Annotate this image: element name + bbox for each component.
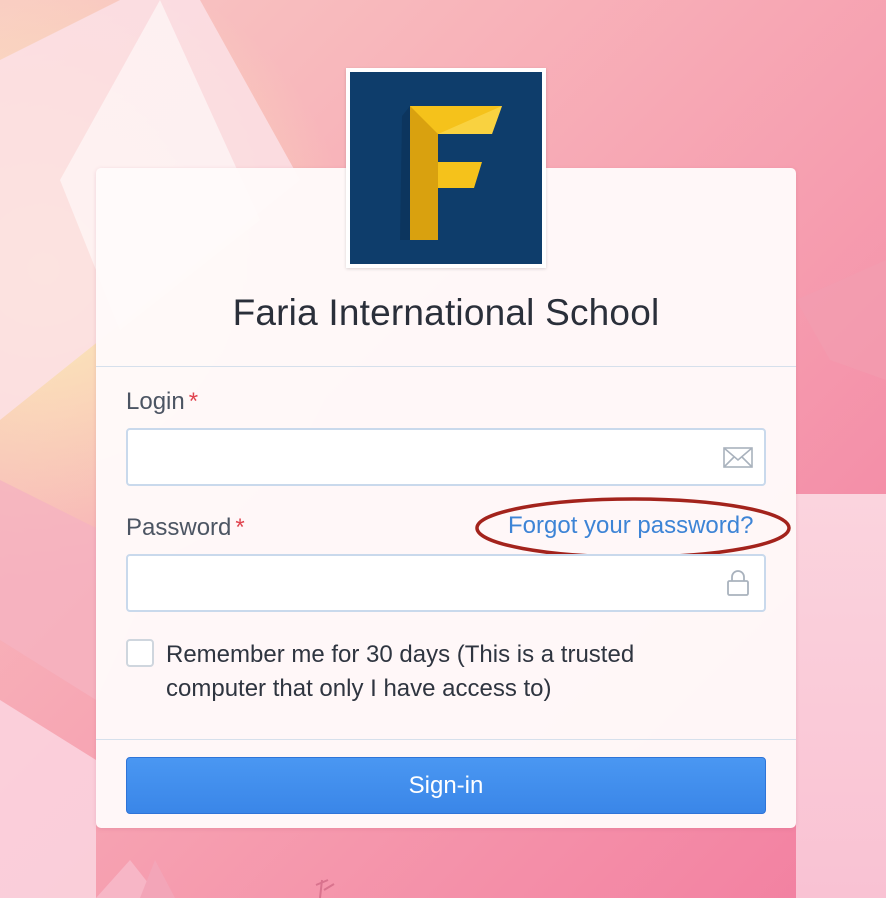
password-label-text: Password <box>126 514 232 541</box>
footer-divider <box>96 739 796 740</box>
password-input[interactable] <box>128 556 736 610</box>
sign-in-button[interactable]: Sign-in <box>126 757 766 814</box>
forgot-password-link[interactable]: Forgot your password? <box>508 512 753 540</box>
envelope-icon <box>723 447 753 468</box>
required-marker: * <box>235 514 245 541</box>
remember-me-checkbox[interactable] <box>126 639 154 667</box>
login-field[interactable] <box>126 428 766 486</box>
password-field[interactable] <box>126 554 766 612</box>
header-divider <box>96 366 796 367</box>
login-label-text: Login <box>126 388 185 415</box>
school-name: Faria International School <box>232 292 660 333</box>
remember-me-label[interactable]: Remember me for 30 days (This is a trust… <box>166 638 726 706</box>
password-label: Password * <box>126 514 245 542</box>
login-label: Login * <box>126 388 198 416</box>
login-input[interactable] <box>128 430 736 484</box>
logo-background <box>350 72 542 264</box>
school-logo <box>346 68 546 268</box>
faria-f-logo-icon <box>400 106 502 240</box>
lock-icon <box>727 570 749 596</box>
required-marker: * <box>188 388 199 415</box>
